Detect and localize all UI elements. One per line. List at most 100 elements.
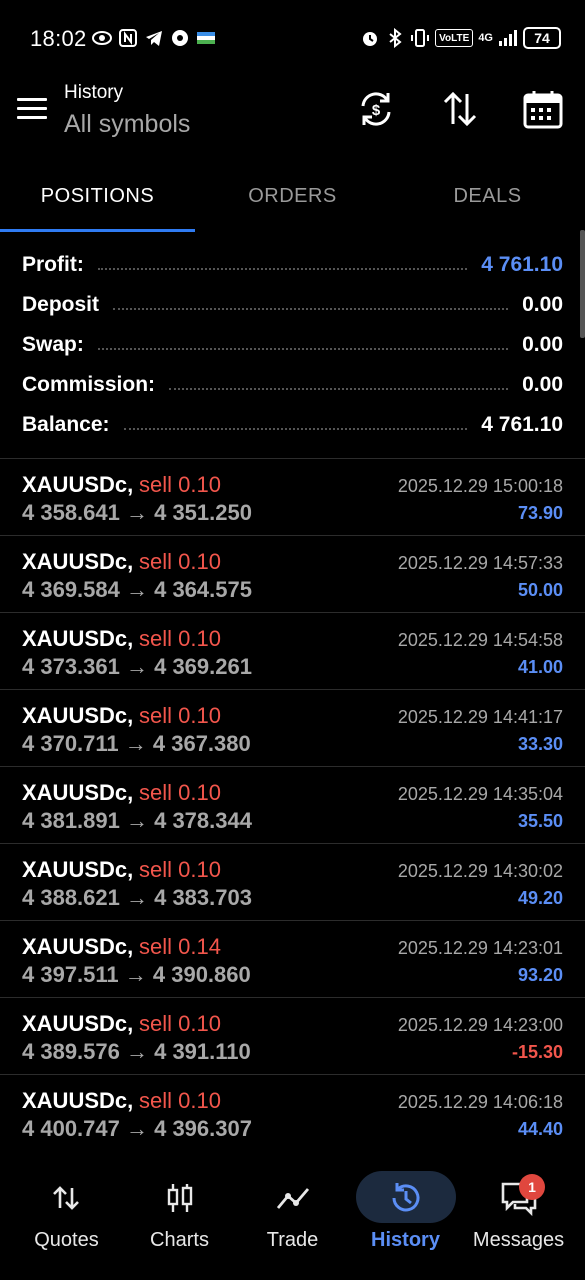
dotted-leader (123, 428, 468, 430)
deal-time: 2025.12.29 14:54:58 (397, 630, 563, 650)
deal-side: sell 0.10 (139, 857, 221, 882)
deal-profit: 73.90 (517, 503, 563, 523)
summary-label: Deposit (22, 293, 100, 316)
tab-positions[interactable]: POSITIONS (0, 160, 195, 232)
deal-profit: 35.50 (517, 811, 563, 831)
nav-label: Quotes (34, 1229, 99, 1251)
deal-profit: 44.40 (517, 1119, 563, 1139)
quotes-icon (52, 1186, 79, 1210)
tab-deals[interactable]: DEALS (390, 160, 585, 232)
deal-side: sell 0.10 (139, 703, 221, 728)
eye-icon (92, 31, 112, 45)
position-row[interactable]: XAUUSDc, sell 0.10 4 381.891 → 4 378.344… (0, 766, 585, 843)
deal-prices: 4 381.891 → 4 378.344 (22, 808, 252, 833)
dotted-leader (97, 348, 509, 350)
deal-time: 2025.12.29 14:23:01 (397, 938, 563, 958)
deal-profit: 93.20 (517, 965, 563, 985)
deal-side: sell 0.14 (139, 934, 221, 959)
deal-time: 2025.12.29 15:00:18 (397, 476, 563, 496)
tab-indicator (0, 229, 195, 232)
position-row[interactable]: XAUUSDc, sell 0.10 4 388.621 → 4 383.703… (0, 843, 585, 920)
deal-profit: 33.30 (517, 734, 563, 754)
summary-deposit-row: Deposit 0.00 (0, 285, 585, 325)
deal-symbol: XAUUSDc, (22, 549, 134, 574)
deal-side: sell 0.10 (139, 626, 221, 651)
profit-value: 4 761.10 (481, 253, 563, 276)
swap-value: 0.00 (522, 333, 563, 356)
deal-prices: 4 370.711 → 4 367.380 (22, 731, 251, 756)
deal-side: sell 0.10 (139, 780, 221, 805)
deal-time: 2025.12.29 14:23:00 (397, 1015, 563, 1035)
svg-text:$: $ (372, 102, 381, 119)
position-row[interactable]: XAUUSDc, sell 0.10 4 389.576 → 4 391.110… (0, 997, 585, 1074)
alarm-icon (363, 32, 378, 46)
app-icon (172, 30, 188, 46)
nav-trade[interactable]: Trade (234, 1160, 351, 1280)
nav-label: Charts (150, 1229, 209, 1251)
signal-icon (499, 30, 517, 46)
position-row[interactable]: XAUUSDc, sell 0.10 4 358.641 → 4 351.250… (0, 458, 585, 535)
history-icon (392, 1183, 419, 1212)
positions-list: XAUUSDc, sell 0.10 4 358.641 → 4 351.250… (0, 458, 585, 1151)
flag-icon (197, 32, 215, 44)
menu-icon[interactable] (16, 94, 48, 124)
symbol-filter[interactable]: All symbols (64, 110, 190, 139)
messages-badge: 1 (519, 1174, 545, 1200)
commission-value: 0.00 (522, 373, 563, 396)
summary-balance-row: Balance: 4 761.10 (0, 405, 585, 445)
summary-label: Swap: (22, 333, 84, 356)
trade-icon (276, 1188, 309, 1209)
deal-time: 2025.12.29 14:35:04 (397, 784, 563, 804)
summary-commission-row: Commission: 0.00 (0, 365, 585, 405)
nav-messages[interactable]: Messages (460, 1160, 577, 1280)
deal-profit: 41.00 (517, 657, 563, 677)
position-row[interactable]: XAUUSDc, sell 0.14 4 397.511 → 4 390.860… (0, 920, 585, 997)
charts-icon (167, 1184, 192, 1212)
page-title: History (64, 82, 124, 103)
bottom-navigation: Quotes Charts Trade History Messages (0, 1160, 585, 1280)
nav-quotes[interactable]: Quotes (8, 1160, 125, 1280)
status-time: 18:02 (30, 26, 87, 51)
summary-label: Profit: (22, 253, 84, 276)
deal-side: sell 0.10 (139, 472, 221, 497)
nav-history[interactable]: History (347, 1160, 464, 1280)
deal-time: 2025.12.29 14:57:33 (397, 553, 563, 573)
summary-profit-row: Profit: 4 761.10 (0, 245, 585, 285)
dotted-leader (97, 268, 468, 270)
deal-prices: 4 373.361 → 4 369.261 (22, 654, 252, 679)
deal-side: sell 0.10 (139, 549, 221, 574)
tab-orders[interactable]: ORDERS (195, 160, 390, 232)
deal-symbol: XAUUSDc, (22, 857, 134, 882)
telegram-icon (146, 31, 162, 46)
summary-panel: Profit: 4 761.10 Deposit 0.00 Swap: 0.00… (0, 245, 585, 445)
dotted-leader (113, 308, 509, 310)
deal-prices: 4 400.747 → 4 396.307 (22, 1116, 252, 1141)
deal-symbol: XAUUSDc, (22, 472, 134, 497)
summary-label: Balance: (22, 413, 110, 436)
deal-time: 2025.12.29 14:30:02 (397, 861, 563, 881)
deal-symbol: XAUUSDc, (22, 1088, 134, 1113)
summary-label: Commission: (22, 373, 156, 396)
position-row[interactable]: XAUUSDc, sell 0.10 4 400.747 → 4 396.307… (0, 1074, 585, 1151)
nfc-icon (119, 29, 137, 47)
refresh-currency-icon[interactable]: $ (355, 88, 397, 130)
calendar-icon[interactable] (522, 88, 564, 130)
nav-label: Trade (266, 1229, 319, 1251)
network-type: 4G (478, 31, 493, 44)
status-right-icons: VoLTE 4G 74 (360, 27, 561, 49)
battery-level: 74 (523, 27, 561, 49)
deal-prices: 4 358.641 → 4 351.250 (22, 500, 252, 525)
sort-icon[interactable] (439, 88, 481, 130)
deal-prices: 4 397.511 → 4 390.860 (22, 962, 251, 987)
deal-profit: -15.30 (511, 1042, 563, 1062)
deal-symbol: XAUUSDc, (22, 703, 134, 728)
bluetooth-icon (389, 28, 402, 48)
position-row[interactable]: XAUUSDc, sell 0.10 4 370.711 → 4 367.380… (0, 689, 585, 766)
position-row[interactable]: XAUUSDc, sell 0.10 4 373.361 → 4 369.261… (0, 612, 585, 689)
deal-profit: 50.00 (517, 580, 563, 600)
position-row[interactable]: XAUUSDc, sell 0.10 4 369.584 → 4 364.575… (0, 535, 585, 612)
balance-value: 4 761.10 (481, 413, 563, 436)
nav-charts[interactable]: Charts (121, 1160, 238, 1280)
deal-symbol: XAUUSDc, (22, 626, 134, 651)
deal-prices: 4 389.576 → 4 391.110 (22, 1039, 251, 1064)
